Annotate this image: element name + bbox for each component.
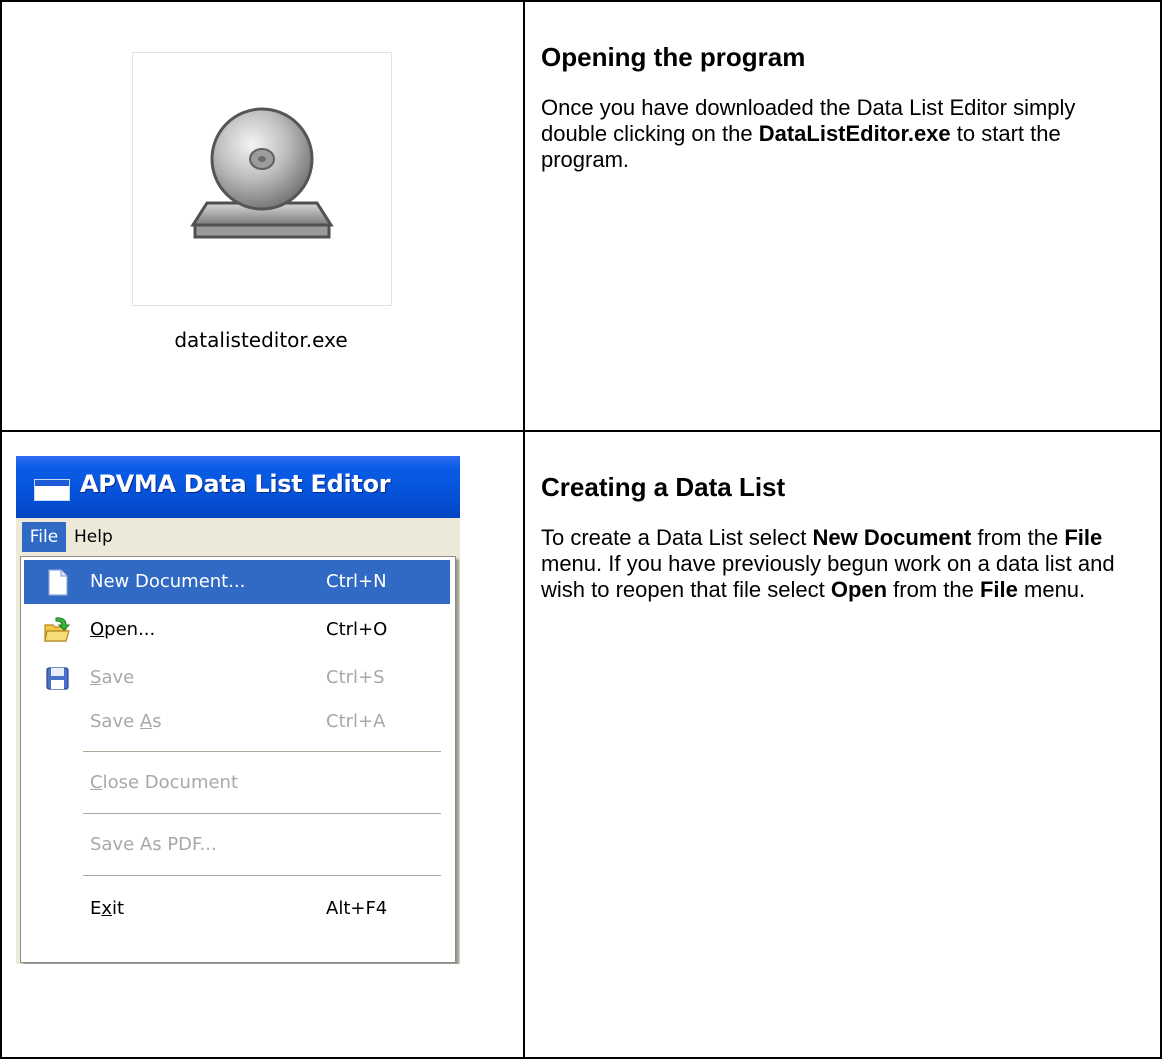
section-title: Opening the program [541,42,806,72]
app-window-screenshot: APVMA Data List Editor File Help New Doc… [16,456,460,964]
section-body: Once you have downloaded the Data List E… [541,95,1076,172]
menu-file[interactable]: File [22,522,66,552]
menu-item-label: Save [90,667,135,688]
table-border-top [0,0,1162,2]
floppy-disk-icon [46,667,69,690]
menu-item-label: New Document... [90,571,246,592]
menu-item-label: Save As PDF... [90,834,217,855]
section-body: To create a Data List select New Documen… [541,525,1115,602]
program-filename-label[interactable]: datalisteditor.exe [132,328,390,352]
window-title: APVMA Data List Editor [80,470,391,498]
menu-item-shortcut: Ctrl+S [326,667,385,688]
menu-item-shortcut: Ctrl+A [326,711,386,732]
menu-item-exit[interactable]: Exit Alt+F4 [24,887,450,931]
menu-item-close-document[interactable]: Close Document [24,761,450,805]
section-title: Creating a Data List [541,472,786,502]
table-column-divider [523,0,525,1059]
menu-separator [83,875,441,877]
table-border-left [0,0,2,1059]
window-app-icon [34,479,70,501]
open-folder-icon [44,617,71,642]
section-creating-data-list: Creating a Data List To create a Data Li… [541,472,1141,603]
menu-item-open[interactable]: Open... Ctrl+O [24,608,450,652]
new-document-icon [48,569,68,596]
menu-item-shortcut: Alt+F4 [326,898,388,919]
menu-item-label: Save As [90,711,162,732]
menu-item-label: Open... [90,619,156,640]
menu-item-shortcut: Ctrl+O [326,619,388,640]
menu-separator [83,813,441,815]
file-menu-dropdown: New Document... Ctrl+N Open... Ctrl+O Sa… [20,556,456,963]
table-row-divider [0,430,1162,432]
menu-bar: File Help [16,518,460,556]
section-opening-program: Opening the program Once you have downlo… [541,42,1141,173]
menu-item-label: Close Document [90,772,239,793]
application-cd-icon [190,107,334,239]
menu-separator [83,751,441,753]
menu-item-save[interactable]: Save Ctrl+S [24,656,450,700]
program-icon-frame[interactable] [132,52,392,306]
menu-item-save-as[interactable]: Save As Ctrl+A [24,700,450,744]
menu-help[interactable]: Help [74,522,113,552]
window-titlebar: APVMA Data List Editor [16,456,460,518]
menu-item-save-as-pdf[interactable]: Save As PDF... [24,823,450,867]
menu-item-shortcut: Ctrl+N [326,571,387,592]
menu-item-new-document[interactable]: New Document... Ctrl+N [24,560,450,604]
menu-item-label: Exit [90,898,125,919]
